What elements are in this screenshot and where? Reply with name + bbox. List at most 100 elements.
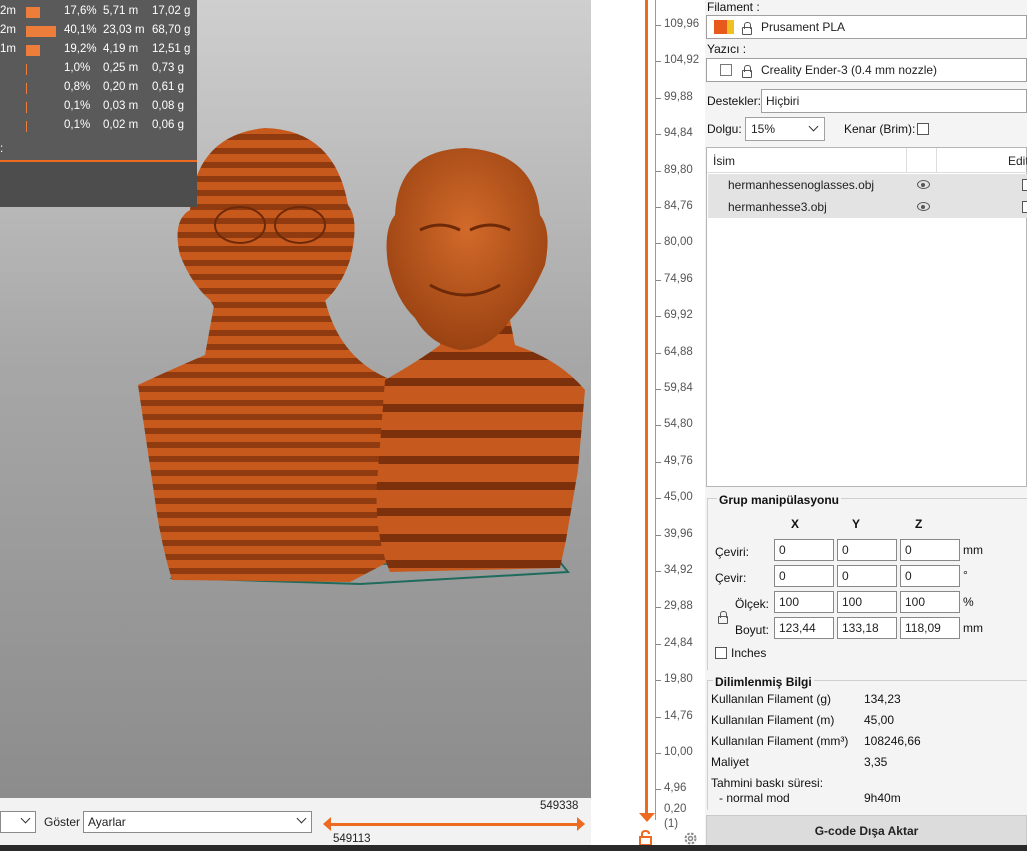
slider-right-handle-icon[interactable] — [577, 817, 585, 831]
layer-height-label: 109,96 — [664, 18, 700, 30]
translate-x-input[interactable]: 0 — [774, 539, 834, 561]
layer-height-label: 59,84 — [664, 382, 693, 394]
filament-select[interactable]: Prusament PLA — [706, 15, 1027, 39]
legend-row: 2m 17,6% 5,71 m 17,02 g — [0, 5, 191, 18]
slider-left-handle-icon[interactable] — [323, 817, 331, 831]
visibility-eye-icon[interactable] — [917, 202, 930, 211]
layer-height-label: 54,80 — [664, 418, 693, 431]
size-z-input[interactable]: 118,09 — [900, 617, 960, 639]
layer-height-label: 99,88 — [664, 90, 693, 103]
gear-icon[interactable] — [683, 831, 698, 846]
object-row[interactable]: hermanhesse3.obj — [708, 196, 1027, 218]
layer-height-label: 104,92 — [664, 54, 700, 67]
legend-panel: 2m 17,6% 5,71 m 17,02 g 2m 40,1% 23,03 m 68,70 … — [0, 0, 197, 207]
chevron-down-icon — [296, 813, 307, 824]
horizontal-slider-handles[interactable] — [323, 816, 588, 832]
scale-x-input[interactable]: 100 — [774, 591, 834, 613]
show-select[interactable]: Ayarlar — [83, 811, 312, 833]
legend-bar — [26, 121, 27, 132]
layer-height-label: 34,92 — [664, 564, 693, 576]
scale-y-input[interactable]: 100 — [837, 591, 897, 613]
supports-select[interactable]: Hiçbiri — [761, 89, 1027, 113]
infill-select[interactable]: 15% — [745, 117, 825, 141]
legend-bar — [26, 45, 40, 56]
legend-row: 0,1% 0,02 m 0,06 g — [0, 119, 197, 135]
layer-height-label: 45,00 — [664, 491, 693, 504]
show-label: Göster — [44, 815, 81, 829]
column-edit-header[interactable]: Edit — [1008, 154, 1027, 168]
layer-slider-handle-icon[interactable] — [638, 812, 656, 824]
layer-height-label: 89,80 — [664, 163, 693, 176]
layer-height-label: 49,76 — [664, 454, 693, 467]
layer-slider-track[interactable] — [645, 0, 648, 815]
layer-height-label: 29,88 — [664, 600, 693, 613]
taskbar-strip — [0, 845, 1027, 851]
lock-icon — [742, 22, 752, 35]
infill-label: Dolgu: — [707, 122, 742, 136]
printer-label: Yazıcı : — [707, 42, 747, 56]
layer-height-label: 84,76 — [664, 200, 693, 212]
layer-height-label: 4,96 — [664, 782, 687, 795]
filament-label: Filament : — [707, 0, 760, 14]
scale-z-input[interactable]: 100 — [900, 591, 960, 613]
lock-open-icon[interactable] — [639, 830, 653, 846]
column-name-header[interactable]: İsim — [713, 154, 735, 168]
legend-row: 1m 19,2% 4,19 m 12,51 g — [0, 43, 191, 56]
legend-row: 1,0% 0,25 m 0,73 g — [0, 62, 197, 78]
legend-row: 2m 40,1% 23,03 m 68,70 g — [0, 24, 191, 37]
rotate-y-input[interactable]: 0 — [837, 565, 897, 587]
supports-label: Destekler: — [707, 94, 762, 108]
inches-checkbox[interactable] — [715, 647, 727, 659]
chevron-down-icon — [808, 121, 819, 132]
3d-viewport[interactable]: 2m 17,6% 5,71 m 17,02 g 2m 40,1% 23,03 m 68,70 … — [0, 0, 591, 798]
legend-bar — [26, 102, 27, 113]
layer-height-label: 14,76 — [664, 709, 693, 722]
layer-height-label: 94,84 — [664, 127, 693, 140]
brim-label: Kenar (Brim): — [844, 122, 916, 136]
rotate-z-input[interactable]: 0 — [900, 565, 960, 587]
legend-bar — [26, 26, 56, 37]
legend-bar — [26, 7, 40, 18]
view-type-select[interactable] — [0, 811, 36, 833]
printer-select[interactable]: Creality Ender-3 (0.4 mm nozzle) — [706, 58, 1027, 82]
legend-row: 0,8% 0,20 m 0,61 g — [0, 81, 197, 97]
layer-height-label: 24,84 — [664, 636, 693, 649]
translate-y-input[interactable]: 0 — [837, 539, 897, 561]
range-bottom-value: 549113 — [333, 833, 371, 845]
range-top-value: 549338 — [540, 800, 579, 812]
group-title: Grup manipülasyonu — [717, 493, 842, 507]
brim-checkbox[interactable] — [917, 123, 929, 135]
export-gcode-button[interactable]: G-code Dışa Aktar — [706, 815, 1027, 848]
settings-panel: Filament : Prusament PLA Yazıcı : Creali… — [705, 0, 1027, 851]
layer-height-label: 39,96 — [664, 527, 693, 540]
scale-lock-icon[interactable] — [718, 611, 728, 624]
lock-icon — [742, 65, 752, 78]
rotate-x-input[interactable]: 0 — [774, 565, 834, 587]
filament-color-swatch — [714, 20, 727, 34]
layer-bottom-count: (1) — [664, 818, 679, 830]
layer-height-label: 64,88 — [664, 345, 693, 358]
edit-checkbox[interactable] — [1022, 179, 1027, 191]
object-name: hermanhesse3.obj — [728, 200, 827, 214]
legend-row: 0,1% 0,03 m 0,08 g — [0, 100, 197, 116]
legend-bar — [26, 64, 27, 75]
layer-bottom-value: 0,20 — [664, 803, 687, 815]
translate-z-input[interactable]: 0 — [900, 539, 960, 561]
object-row[interactable]: hermanhessenoglasses.obj — [708, 174, 1027, 196]
layer-height-label: 69,92 — [664, 309, 693, 322]
size-y-input[interactable]: 133,18 — [837, 617, 897, 639]
layer-height-label: 19,80 — [664, 673, 693, 686]
layer-height-label: 80,00 — [664, 236, 693, 249]
edit-checkbox[interactable] — [1022, 201, 1027, 213]
layer-height-label: 74,96 — [664, 272, 693, 285]
visibility-eye-icon[interactable] — [917, 180, 930, 189]
printer-icon — [720, 64, 732, 76]
size-x-input[interactable]: 123,44 — [774, 617, 834, 639]
object-name: hermanhessenoglasses.obj — [728, 178, 875, 192]
model-hermanhesse3[interactable] — [376, 148, 586, 572]
layer-height-label: 10,00 — [664, 746, 693, 758]
chevron-down-icon — [20, 813, 31, 824]
inches-label: Inches — [731, 646, 767, 660]
sliced-info-title: Dilimlenmiş Bilgi — [713, 675, 814, 689]
object-list: İsim Edit hermanhessenoglasses.obj herma… — [706, 147, 1027, 487]
